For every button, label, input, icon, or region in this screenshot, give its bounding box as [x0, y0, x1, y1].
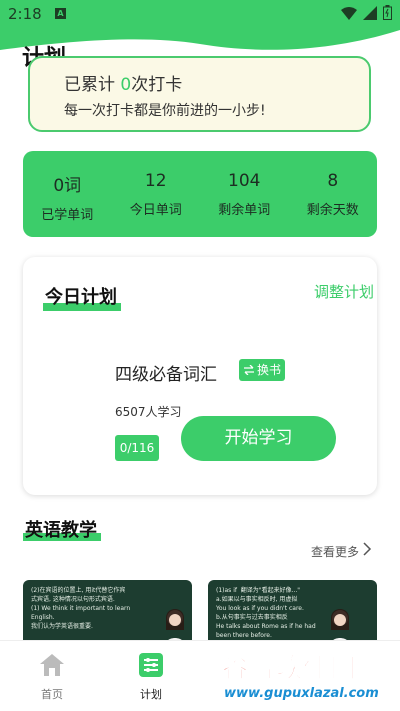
notification-icon: A [55, 8, 66, 19]
progress-badge: 0/116 [115, 435, 159, 461]
see-more-link[interactable]: 查看更多 [311, 543, 359, 560]
stat-learned-words: 0词 已学单词 [23, 151, 112, 237]
status-time: 2:18 [8, 5, 42, 23]
stat-remaining-words: 104 剩余单词 [200, 151, 289, 237]
stat-remaining-days: 8 剩余天数 [289, 151, 378, 237]
site-watermark: 谷普软件园 www.gupuxlazal.com [218, 648, 398, 708]
checkin-card: 已累计 0次打卡 每一次打卡都是你前进的一小步! [28, 56, 371, 132]
adjust-plan-link[interactable]: 调整计划 [314, 281, 374, 302]
stat-value: 0词 [53, 176, 82, 196]
home-icon [40, 654, 64, 676]
stats-card: 0词 已学单词 12 今日单词 104 剩余单词 8 剩余天数 [23, 151, 377, 237]
today-plan-card: 今日计划 调整计划 四级必备词汇 换书 6507人学习 0/116 开始学习 [23, 257, 377, 495]
plan-icon [139, 653, 163, 677]
stat-label: 剩余单词 [218, 203, 271, 218]
wifi-icon [341, 6, 357, 20]
battery-icon [383, 5, 392, 20]
stat-value: 12 [144, 171, 167, 191]
status-bar: 2:18 A [0, 0, 400, 28]
watermark-title: 谷普软件园 [221, 654, 358, 685]
stat-value: 104 [228, 171, 261, 191]
blackboard-text: (1)as if 翻译为"看起来好像..." a.如果以与事实相反时, 用虚拟 … [216, 587, 316, 639]
change-book-label: 换书 [257, 363, 282, 377]
watermark-url: www.gupuxlazal.com [224, 686, 379, 701]
chevron-right-icon[interactable] [362, 542, 372, 556]
status-icons [341, 5, 392, 20]
nav-plan[interactable]: 计划 [121, 653, 181, 702]
english-teaching-title: 英语教学 [25, 520, 97, 541]
today-plan-title: 今日计划 [45, 287, 117, 308]
swap-icon [244, 365, 254, 375]
checkin-prefix: 已累计 [64, 75, 121, 95]
stat-today-words: 12 今日单词 [112, 151, 201, 237]
checkin-suffix: 次打卡 [131, 75, 183, 95]
stat-label: 已学单词 [41, 208, 94, 223]
nav-label: 首页 [41, 688, 63, 701]
change-book-button[interactable]: 换书 [239, 359, 285, 381]
learner-count: 6507人学习 [115, 405, 182, 419]
book-name: 四级必备词汇 [115, 365, 217, 385]
start-learning-button[interactable]: 开始学习 [181, 416, 336, 461]
nav-label: 计划 [140, 688, 162, 701]
stat-label: 剩余天数 [306, 203, 359, 218]
stat-value: 8 [327, 171, 339, 191]
checkin-count: 0 [120, 75, 132, 95]
blackboard-text: (2)在宾语的位置上, 用it代替它作宾 式宾语, 这种情况以句形式宾语. (1… [31, 587, 131, 630]
stat-label: 今日单词 [129, 203, 182, 218]
signal-icon [363, 5, 377, 20]
nav-home[interactable]: 首页 [22, 653, 82, 702]
checkin-summary: 已累计 0次打卡 [64, 70, 182, 95]
checkin-motto: 每一次打卡都是你前进的一小步! [64, 103, 266, 119]
